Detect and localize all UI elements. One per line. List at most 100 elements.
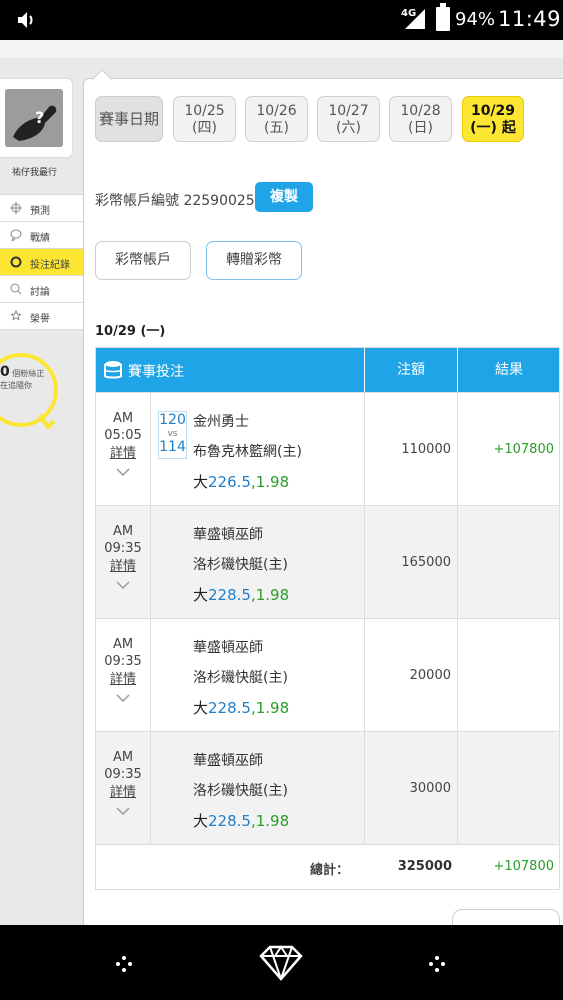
followers-line1: 個粉絲正 (12, 369, 45, 378)
bet-odds: 1.98 (255, 586, 290, 604)
sidebar-item-label: 投注紀錄 (30, 260, 70, 271)
sidebar-item-bet-history[interactable]: 投注紀錄 (0, 249, 96, 276)
bet-time: AM 05:05 詳情 (96, 393, 151, 506)
navigation-bar (0, 925, 563, 1000)
bet-result: +107800 (493, 442, 554, 457)
avatar-card[interactable]: ? (0, 78, 73, 158)
tab-wallet[interactable]: 彩幣帳戶 (95, 241, 191, 280)
bet-ampm: AM (112, 750, 134, 765)
bet-clock: 09:35 (104, 541, 142, 556)
date-tab-weekday: (一) 起 (470, 120, 516, 136)
table-row: AM 09:35 詳情 華盛頓巫師 洛杉磯快艇(主) 大228.5,1.98 1… (96, 505, 560, 619)
bet-points: 228.5 (208, 812, 251, 830)
followers-count: 0 (0, 364, 10, 380)
team-away: 華盛頓巫師 (193, 753, 263, 769)
date-tab-1026[interactable]: 10/26 (五) (245, 96, 308, 142)
header-event-label: 賽事投注 (128, 364, 184, 380)
sidebar-item-predict[interactable]: 預測 (0, 195, 83, 222)
bet-line: 大226.5,1.98 (193, 473, 290, 491)
bets-table: 賽事投注 注額 結果 AM 05:05 詳情 120 vs 114 金州勇士 布… (95, 347, 560, 890)
sidebar-item-discuss[interactable]: 討論 (0, 276, 83, 303)
bet-side: 大 (193, 812, 209, 830)
bet-odds: 1.98 (255, 699, 290, 717)
signal-icon (405, 9, 425, 29)
date-tab-1028[interactable]: 10/28 (日) (389, 96, 452, 142)
score-vs: vs (167, 429, 178, 439)
circle-icon (10, 256, 22, 268)
chevron-down-icon[interactable] (116, 807, 130, 815)
team-home: 洛杉磯快艇(主) (193, 557, 288, 573)
bet-amount: 110000 (365, 393, 458, 506)
total-row: 總計： 325000 +107800 (96, 844, 559, 889)
bet-result (458, 619, 560, 732)
sidebar-item-label: 預測 (30, 206, 50, 217)
copy-button[interactable]: 複製 (255, 182, 313, 212)
total-amount: 325000 (397, 859, 452, 874)
dots-icon[interactable] (115, 955, 133, 973)
chevron-down-icon[interactable] (116, 581, 130, 589)
bet-side: 大 (193, 699, 209, 717)
dots-icon[interactable] (428, 955, 446, 973)
score-home: 114 (159, 439, 186, 455)
date-tab-weekday: (四) (192, 120, 217, 136)
team-home: 洛杉磯快艇(主) (193, 783, 288, 799)
date-tab-day: 10/26 (256, 103, 297, 119)
sidebar-item-label: 戰績 (30, 233, 50, 244)
team-away: 華盛頓巫師 (193, 527, 263, 543)
date-label: 賽事日期 (95, 96, 163, 142)
date-tab-1027[interactable]: 10/27 (六) (317, 96, 380, 142)
bet-clock: 09:35 (104, 767, 142, 782)
bet-info: 華盛頓巫師 洛杉磯快艇(主) 大228.5,1.98 (151, 732, 365, 845)
battery-percent: 94% (455, 9, 496, 30)
details-link[interactable]: 詳情 (96, 445, 150, 462)
team-away: 華盛頓巫師 (193, 640, 263, 656)
team-away: 金州勇士 (193, 414, 249, 430)
bet-ampm: AM (112, 637, 134, 652)
score-box: 120 vs 114 (158, 411, 187, 459)
diamond-icon[interactable] (258, 945, 304, 981)
sidebar-item-label: 討論 (30, 287, 50, 298)
username[interactable]: 祐仔我最行 (12, 165, 57, 178)
details-link[interactable]: 詳情 (96, 558, 150, 575)
bet-result (458, 506, 560, 619)
clock: 11:49 (498, 7, 562, 31)
chevron-down-icon[interactable] (116, 694, 130, 702)
date-tab-day: 10/25 (184, 103, 225, 119)
bet-line: 大228.5,1.98 (193, 699, 290, 717)
bet-side: 大 (193, 586, 209, 604)
followers-text: 0 個粉絲正 在追隨你 (0, 364, 45, 392)
status-bar: 4G 94% 11:49 (0, 0, 563, 40)
date-tab-day: 10/28 (400, 103, 441, 119)
top-band (0, 40, 563, 58)
trophy-icon (10, 310, 22, 321)
bet-odds: 1.98 (255, 473, 290, 491)
bet-side: 大 (193, 473, 209, 491)
details-link[interactable]: 詳情 (96, 671, 150, 688)
account-number: 彩幣帳戶編號 22590025 (95, 193, 255, 209)
bet-points: 226.5 (208, 473, 251, 491)
tab-transfer[interactable]: 轉贈彩幣 (206, 241, 302, 280)
side-menu: 預測 戰績 投注紀錄 討論 榮譽 (0, 194, 96, 330)
bet-clock: 05:05 (104, 428, 142, 443)
date-tab-1025[interactable]: 10/25 (四) (173, 96, 236, 142)
search-icon (10, 283, 22, 295)
date-tab-weekday: (六) (336, 120, 361, 136)
total-result: +107800 (493, 859, 554, 874)
table-header: 賽事投注 注額 結果 (96, 348, 559, 392)
team-home: 洛杉磯快艇(主) (193, 670, 288, 686)
date-tab-1029[interactable]: 10/29 (一) 起 (462, 96, 524, 142)
bet-ampm: AM (112, 524, 134, 539)
sidebar-item-label: 榮譽 (30, 314, 50, 325)
bet-info: 華盛頓巫師 洛杉磯快艇(主) 大228.5,1.98 (151, 619, 365, 732)
sidebar-item-record[interactable]: 戰績 (0, 222, 83, 249)
details-link[interactable]: 詳情 (96, 784, 150, 801)
header-result: 結果 (495, 362, 523, 378)
sidebar-item-honor[interactable]: 榮譽 (0, 303, 83, 330)
date-tab-day: 10/29 (470, 103, 516, 119)
bet-amount: 30000 (365, 732, 458, 845)
bet-points: 228.5 (208, 699, 251, 717)
coins-icon (104, 361, 122, 379)
lightbulb-icon (38, 413, 56, 431)
bet-time: AM 09:35 詳情 (96, 506, 151, 619)
chevron-down-icon[interactable] (116, 468, 130, 476)
